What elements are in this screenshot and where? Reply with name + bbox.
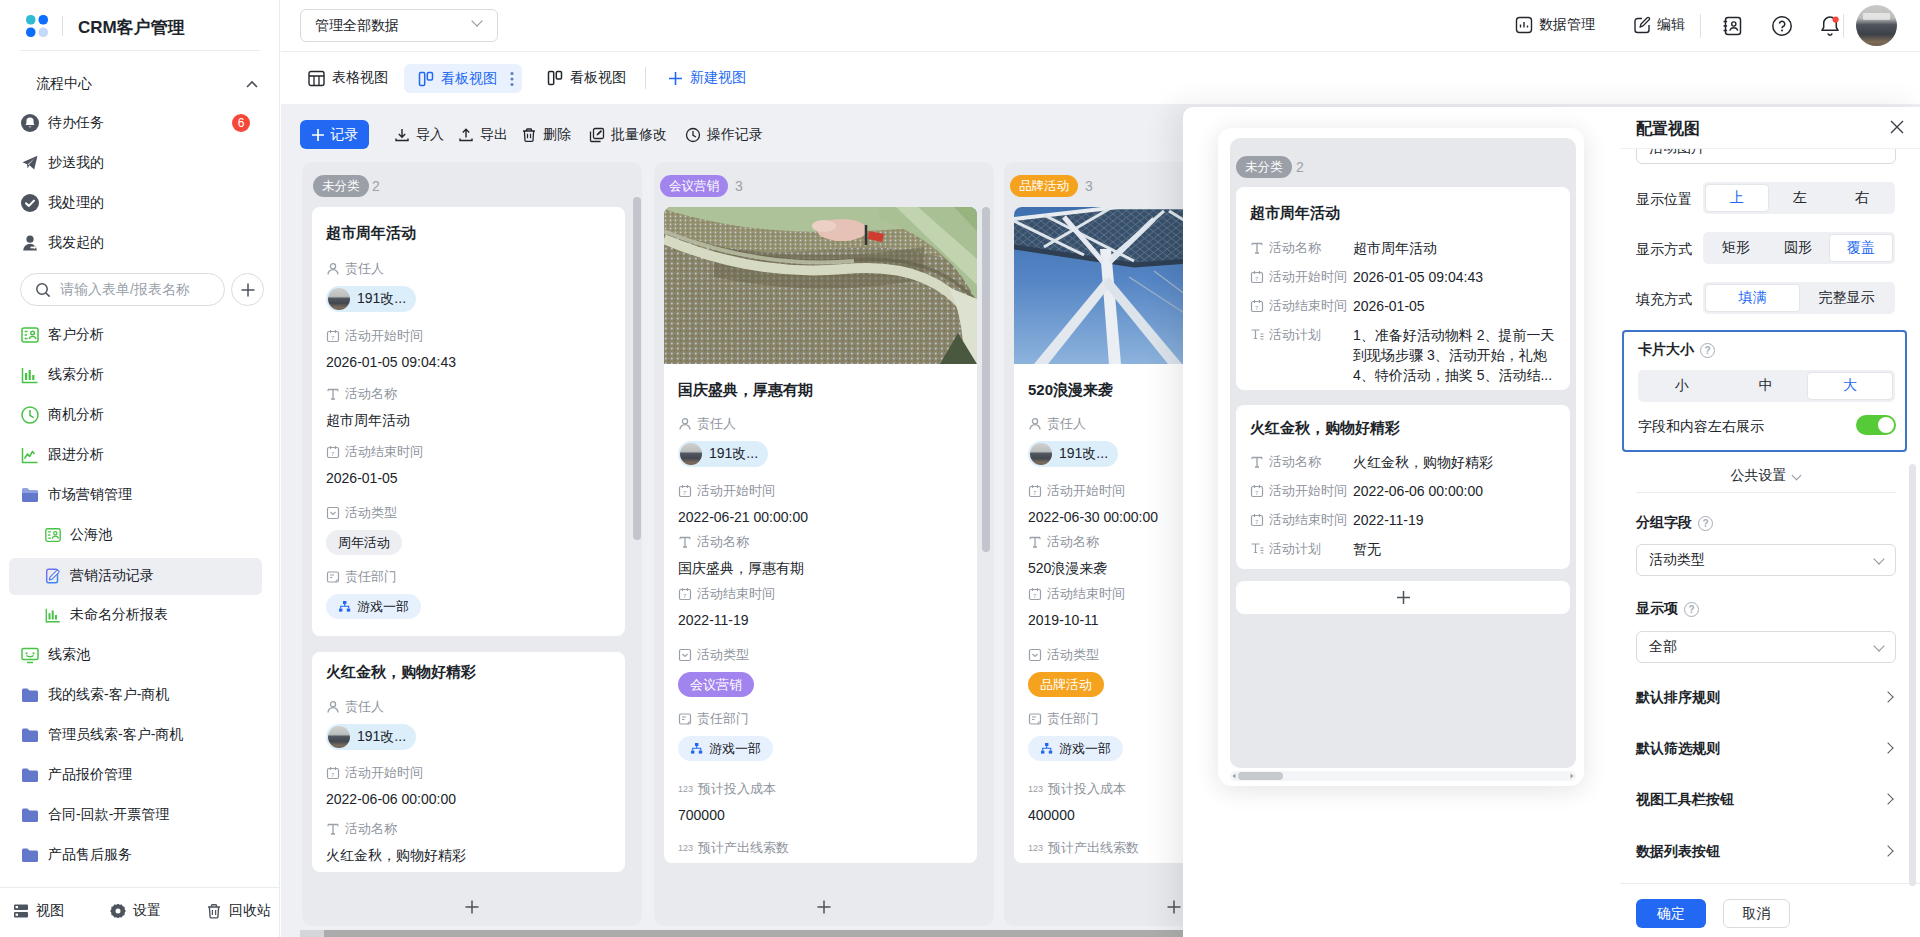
svg-text:7: 7	[1255, 276, 1259, 282]
svg-text:7: 7	[331, 335, 335, 341]
svg-text:7: 7	[331, 772, 335, 778]
svg-text:7: 7	[1255, 490, 1259, 496]
svg-text:7: 7	[331, 451, 335, 457]
svg-text:7: 7	[1255, 519, 1259, 525]
svg-text:7: 7	[683, 490, 687, 496]
svg-text:7: 7	[683, 593, 687, 599]
svg-text:7: 7	[1033, 490, 1037, 496]
svg-text:7: 7	[1255, 305, 1259, 311]
svg-text:7: 7	[1033, 593, 1037, 599]
